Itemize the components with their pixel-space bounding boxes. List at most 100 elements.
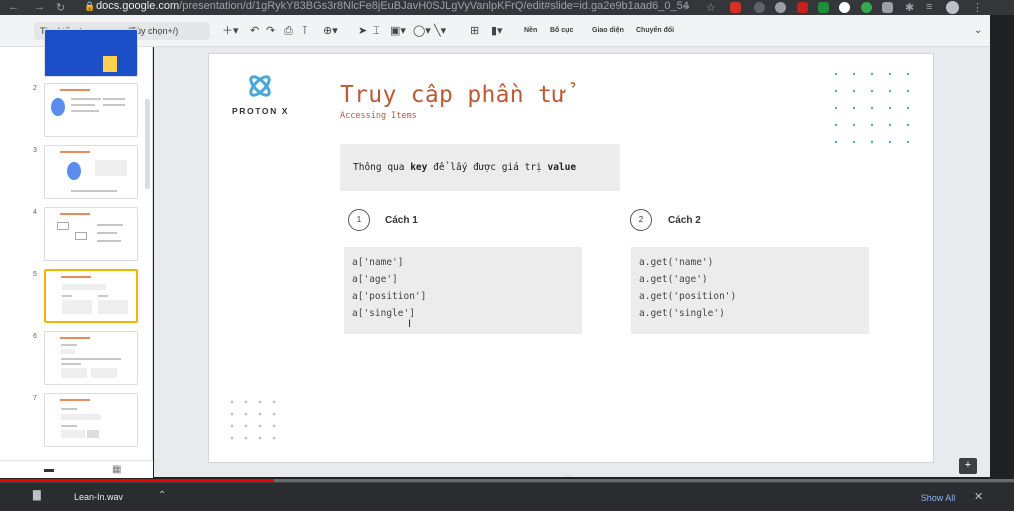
dot	[230, 400, 234, 404]
code-line: a.get('single')	[639, 308, 725, 319]
filmstrip-view-icon[interactable]: ▬	[44, 464, 54, 475]
extension-icon[interactable]	[797, 2, 808, 13]
dot	[230, 436, 234, 440]
image-icon[interactable]: ▣▾	[390, 22, 406, 40]
dot	[258, 424, 262, 428]
method-2-code[interactable]: a.get('name') a.get('age') a.get('positi…	[631, 247, 869, 334]
extension-icon[interactable]	[818, 2, 829, 13]
slide-number: 3	[33, 147, 37, 154]
shape-icon[interactable]: ◯▾	[413, 22, 431, 40]
dot	[272, 412, 276, 416]
dot	[272, 400, 276, 404]
dot	[834, 72, 838, 76]
slides-toolbar: Tìm kiếm trong menu (Tùy chọn+/) ＋▾ ↶ ↷ …	[0, 15, 990, 47]
method-1-badge: 1	[348, 209, 370, 231]
dot	[834, 106, 838, 110]
extension-icon[interactable]	[775, 2, 786, 13]
background-color-icon[interactable]: ▮▾	[491, 22, 503, 40]
slide-thumbnail[interactable]	[44, 393, 138, 447]
url-field[interactable]: docs.google.com/presentation/d/1gRykY83B…	[96, 0, 689, 14]
filmstrip-scrollbar[interactable]	[145, 99, 150, 189]
playlist-icon[interactable]: ≡	[926, 1, 932, 13]
menu-icon[interactable]: ⋮	[972, 1, 983, 14]
dot	[852, 123, 856, 127]
slide-thumbnail[interactable]	[44, 331, 138, 385]
textbox-icon[interactable]: ⌶	[373, 22, 380, 40]
slide-number: 6	[33, 333, 37, 340]
dot	[888, 123, 892, 127]
method-1-code[interactable]: a['name'] a['age'] a['position'] a['sing…	[344, 247, 582, 334]
select-icon[interactable]: ➤	[358, 22, 367, 40]
slide-number: 5	[33, 271, 37, 278]
dot	[870, 106, 874, 110]
code-line: a['age']	[352, 274, 398, 285]
dot	[258, 436, 262, 440]
code-line: a.get('position')	[639, 291, 737, 302]
slide[interactable]: PROTON X Truy cập phần tử Accessing Item…	[208, 53, 934, 463]
dot	[888, 106, 892, 110]
dot	[834, 89, 838, 93]
slide-thumbnail[interactable]	[44, 145, 138, 199]
slide-thumbnail[interactable]	[44, 207, 138, 261]
code-line: a['single']	[352, 308, 415, 319]
info-box: Thông qua key để lấy được giá trị value	[340, 144, 620, 191]
adblock-icon[interactable]	[730, 2, 741, 13]
download-file-name[interactable]: Lean-In.wav	[74, 492, 123, 502]
dot	[272, 436, 276, 440]
dot	[852, 106, 856, 110]
puzzle-icon[interactable]: ✱	[905, 1, 914, 14]
forward-icon[interactable]: →	[34, 1, 45, 13]
redo-icon[interactable]: ↷	[266, 22, 275, 40]
slide-thumbnail[interactable]	[44, 29, 138, 77]
transition-button[interactable]: Chuyển đổi	[636, 22, 674, 40]
code-line: a['position']	[352, 291, 427, 302]
slide-filmstrip: 2 3 4 5 6 7	[0, 29, 153, 477]
dot	[852, 72, 856, 76]
dot	[870, 72, 874, 76]
dot	[870, 89, 874, 93]
lock-icon: 🔒	[84, 1, 96, 11]
reload-icon[interactable]: ↻	[56, 1, 65, 14]
extension-icon[interactable]	[839, 2, 850, 13]
avatar[interactable]	[946, 1, 959, 14]
theme-button[interactable]: Giao diện	[592, 22, 624, 40]
star-icon[interactable]: ☆	[706, 1, 716, 14]
new-slide-icon[interactable]: ＋▾	[222, 22, 239, 40]
dot	[258, 412, 262, 416]
extension-icon[interactable]	[861, 2, 872, 13]
comment-icon[interactable]: ⊞	[470, 22, 479, 40]
dot	[834, 123, 838, 127]
chevron-up-icon[interactable]: ⌃	[158, 490, 166, 501]
slide-thumbnail-selected[interactable]	[44, 269, 138, 323]
slide-thumbnail[interactable]	[44, 83, 138, 137]
add-panel-button[interactable]: +	[959, 458, 977, 474]
zoom-icon[interactable]: ⊕▾	[323, 22, 338, 40]
browser-address-bar: ← → ↻ 🔒 docs.google.com/presentation/d/1…	[0, 0, 1014, 15]
dot	[906, 72, 910, 76]
back-icon[interactable]: ←	[8, 1, 19, 13]
background-button[interactable]: Nền	[524, 22, 537, 40]
grid-view-icon[interactable]: ▦	[112, 464, 121, 475]
dot-grid-decoration	[230, 400, 276, 440]
paint-format-icon[interactable]: ⊺	[302, 22, 308, 40]
url-host: docs.google.com	[96, 0, 180, 12]
text-cursor-icon: I	[408, 318, 412, 330]
slide-number: 2	[33, 85, 37, 92]
print-icon[interactable]: ⎙	[284, 22, 293, 40]
line-icon[interactable]: ╲▾	[434, 22, 446, 40]
protonx-logo-icon	[249, 75, 271, 97]
undo-icon[interactable]: ↶	[250, 22, 259, 40]
downloads-bar: ▇ Lean-In.wav ⌃ Show All ✕	[0, 482, 1014, 511]
extension-icon[interactable]	[754, 2, 765, 13]
method-2-label: Cách 2	[668, 215, 701, 226]
brand-name: PROTON X	[232, 106, 290, 116]
layout-button[interactable]: Bố cục	[550, 22, 573, 40]
show-all-button[interactable]: Show All	[914, 491, 962, 506]
code-line: a.get('age')	[639, 274, 708, 285]
close-icon[interactable]: ✕	[974, 490, 983, 503]
search-icon[interactable]: ⌕	[684, 1, 690, 14]
dot	[230, 424, 234, 428]
collapse-chevron-icon[interactable]: ⌄	[974, 22, 982, 40]
slide-canvas: PROTON X Truy cập phần tử Accessing Item…	[154, 47, 990, 480]
camera-icon[interactable]	[882, 2, 893, 13]
